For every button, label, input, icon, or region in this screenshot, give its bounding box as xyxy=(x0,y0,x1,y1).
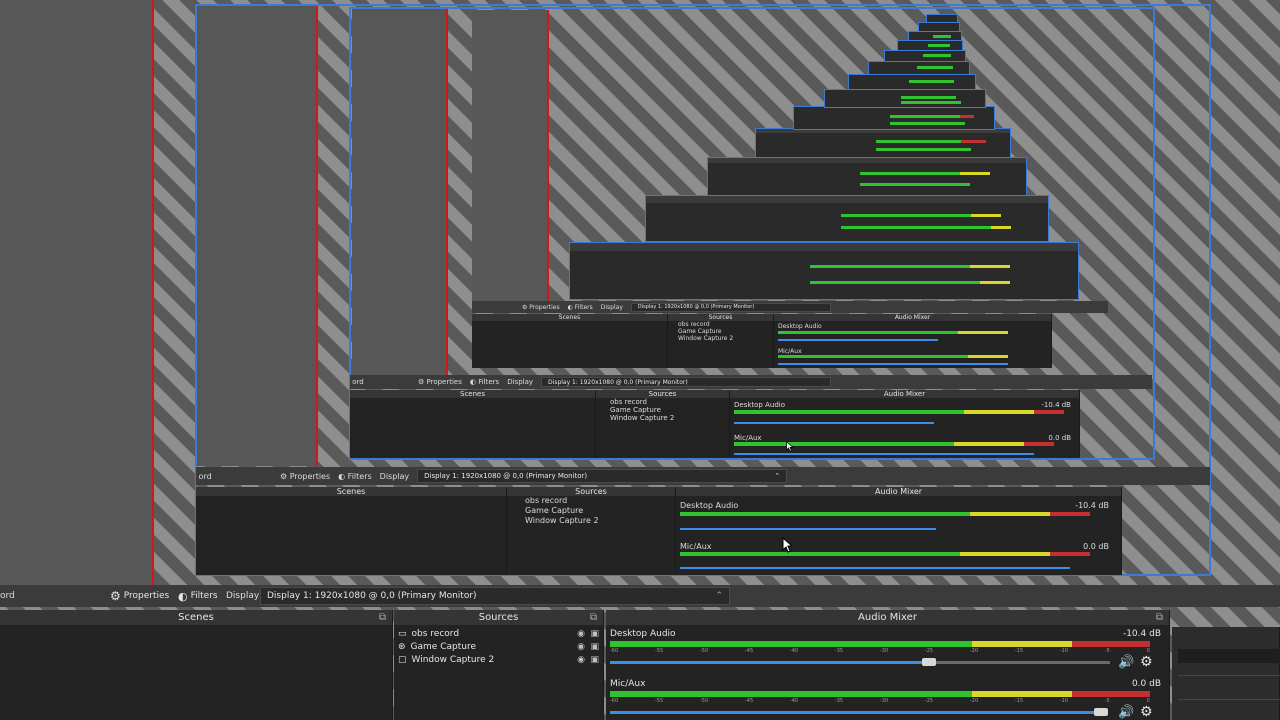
lock-icon[interactable]: ▣ xyxy=(590,629,599,639)
main-toolbar: ord ⚙ Properties ◐ Filters Display Displ… xyxy=(0,585,1280,607)
meter-scale: -60 -55 -50 -45 -40 -35 -30 -25 -20 -15 -10 -5 0 xyxy=(610,648,1150,654)
controls-dock-fragment xyxy=(1172,627,1280,720)
volume-slider-handle[interactable] xyxy=(922,658,936,666)
mouse-cursor xyxy=(782,536,794,557)
display-select[interactable]: Display 1: 1920x1080 @ 0,0 (Primary Moni… xyxy=(260,587,730,605)
dock-float-icon[interactable]: ⧉ xyxy=(379,610,386,625)
volume-slider-fill xyxy=(610,711,1100,714)
gear-icon[interactable]: ⚙ xyxy=(1140,654,1153,670)
filters-button[interactable]: ◐ Filters xyxy=(178,590,226,603)
gamepad-icon: ⊛ xyxy=(398,641,406,652)
meter-scale: -60 -55 -50 -45 -40 -35 -30 -25 -20 -15 -10 -5 0 xyxy=(610,698,1150,704)
volume-slider-handle[interactable] xyxy=(1094,708,1108,716)
guide-line xyxy=(152,0,154,585)
monitor-icon: ▭ xyxy=(398,628,407,639)
toolbar-left-fragment: ord xyxy=(0,591,15,601)
channel-name: Mic/Aux xyxy=(610,679,646,689)
properties-button[interactable]: ⚙ Properties xyxy=(110,589,178,603)
scenes-dock: Scenes ⧉ xyxy=(0,610,393,720)
sources-dock: Sources ⧉ ▭ obs record ◉ ▣ ⊛ Game Captur… xyxy=(394,610,604,720)
eye-icon[interactable]: ◉ xyxy=(577,629,585,639)
source-item-obs-record[interactable]: ▭ obs record ◉ ▣ xyxy=(394,627,603,640)
eye-icon[interactable]: ◉ xyxy=(577,655,585,665)
window-icon: ▢ xyxy=(398,654,407,665)
audio-mixer-title: Audio Mixer xyxy=(858,612,917,623)
mixer-channel-desktop-audio: Desktop Audio -10.4 dB -60 -55 -50 -45 -40 -3… xyxy=(610,629,1161,674)
volume-slider-fill xyxy=(610,661,928,664)
source-item-window-capture-2[interactable]: ▢ Window Capture 2 ◉ ▣ xyxy=(394,653,603,666)
channel-name: Desktop Audio xyxy=(610,629,676,639)
volume-meter xyxy=(610,691,1150,697)
sources-title: Sources xyxy=(478,612,519,623)
audio-mixer-dock: Audio Mixer ⧉ Desktop Audio -10.4 dB -60… xyxy=(606,610,1170,720)
volume-meter xyxy=(610,641,1150,647)
channel-db: -10.4 dB xyxy=(1122,629,1161,639)
dock-float-icon[interactable]: ⧉ xyxy=(590,610,597,625)
eye-icon[interactable]: ◉ xyxy=(577,642,585,652)
filters-icon: ◐ xyxy=(178,589,188,603)
dock-float-icon[interactable]: ⧉ xyxy=(1156,610,1163,625)
gear-icon[interactable]: ⚙ xyxy=(1140,704,1153,720)
channel-db: 0.0 dB xyxy=(1131,679,1161,689)
lock-icon[interactable]: ▣ xyxy=(590,642,599,652)
mixer-channel-mic-aux: Mic/Aux 0.0 dB -60 -55 -50 -45 -40 -35 -30 -25-… xyxy=(610,679,1161,720)
mouse-cursor-reflection xyxy=(786,437,794,456)
scenes-title: Scenes xyxy=(178,612,214,623)
source-item-game-capture[interactable]: ⊛ Game Capture ◉ ▣ xyxy=(394,640,603,653)
display-label: Display xyxy=(226,591,260,601)
canvas-gray-left xyxy=(0,0,152,585)
speaker-icon[interactable]: 🔊 xyxy=(1118,655,1134,670)
scenes-list[interactable] xyxy=(0,625,392,720)
gear-icon: ⚙ xyxy=(110,589,121,603)
speaker-icon[interactable]: 🔊 xyxy=(1118,705,1134,720)
chevron-updown-icon: ⌃ xyxy=(715,591,723,601)
volume-slider-track xyxy=(928,661,1110,664)
lock-icon[interactable]: ▣ xyxy=(590,655,599,665)
